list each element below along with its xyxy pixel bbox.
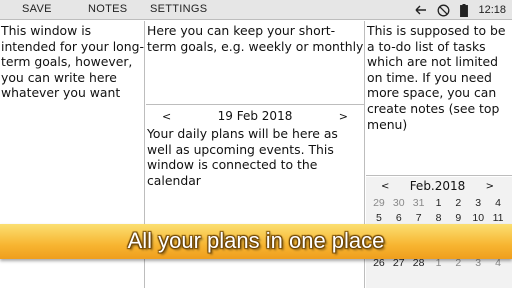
calendar-day[interactable]: 30 — [389, 196, 409, 211]
daily-plans-section: < 19 Feb 2018 > Your daily plans will be… — [146, 106, 364, 288]
calendar-day[interactable]: 3 — [468, 196, 488, 211]
next-month-button[interactable]: > — [486, 181, 494, 192]
calendar-day[interactable]: 31 — [409, 196, 429, 211]
clock-time: 12:18 — [478, 4, 506, 16]
calendar-day[interactable]: 2 — [448, 196, 468, 211]
calendar-month: Feb.2018 — [409, 179, 466, 193]
calendar-header: < Feb.2018 > — [366, 177, 512, 195]
calendar-day[interactable]: 1 — [429, 196, 449, 211]
settings-button[interactable]: SETTINGS — [150, 3, 207, 15]
notes-button[interactable]: NOTES — [88, 3, 127, 15]
short-term-goals-pane[interactable]: Here you can keep your short- term goals… — [146, 21, 364, 105]
save-button[interactable]: SAVE — [22, 3, 52, 15]
todo-list-pane[interactable]: This is supposed to be a to-do list of t… — [366, 21, 512, 176]
prev-month-button[interactable]: < — [381, 181, 389, 192]
date-navigator: < 19 Feb 2018 > — [146, 106, 364, 126]
daily-plans-pane[interactable]: Your daily plans will be here as well as… — [146, 126, 364, 188]
calendar-day[interactable]: 4 — [488, 196, 508, 211]
prev-day-button[interactable]: < — [162, 110, 171, 123]
next-day-button[interactable]: > — [339, 110, 348, 123]
promo-banner-text: All your plans in one place — [127, 228, 385, 253]
battery-icon — [460, 3, 469, 17]
do-not-disturb-icon — [437, 4, 450, 17]
top-menu-bar: SAVE NOTES SETTINGS 12:18 — [0, 0, 512, 20]
status-bar: 12:18 — [415, 2, 506, 18]
calendar-day[interactable]: 29 — [369, 196, 389, 211]
current-date: 19 Feb 2018 — [217, 109, 293, 123]
promo-banner: All your plans in one place — [0, 224, 512, 259]
back-arrow-icon[interactable] — [415, 5, 427, 15]
